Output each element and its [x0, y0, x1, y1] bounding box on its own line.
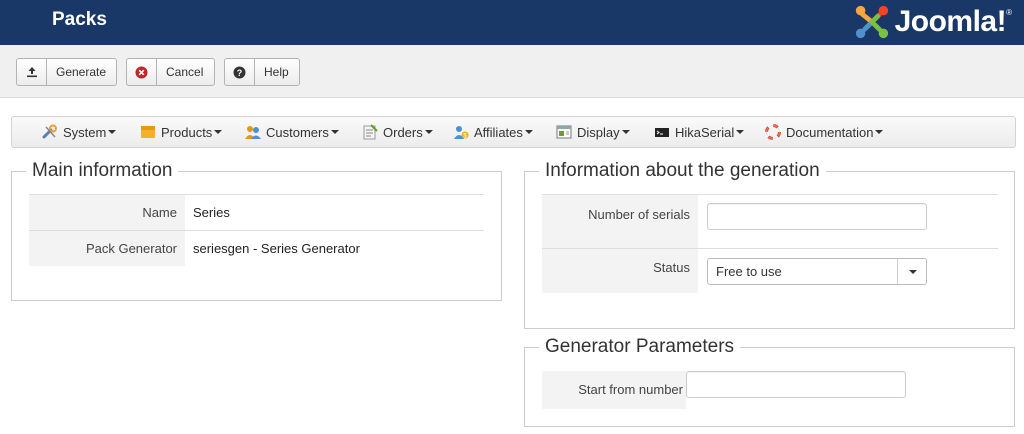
- help-label: Help: [264, 65, 289, 79]
- question-icon: ?: [225, 59, 255, 85]
- status-select-value: Free to use: [716, 264, 782, 279]
- chevron-down-icon: [330, 130, 339, 134]
- menu-hikaserial-label: HikaSerial: [675, 124, 735, 140]
- menu-affiliates[interactable]: $ Affiliates: [453, 117, 533, 147]
- registered-mark: ®: [1006, 7, 1012, 17]
- affiliates-icon: $: [453, 124, 469, 140]
- lifebuoy-icon: [765, 124, 781, 140]
- menu-products-label: Products: [161, 124, 213, 140]
- cancel-label: Cancel: [166, 65, 204, 79]
- help-button[interactable]: ? Help: [224, 58, 300, 86]
- menu-customers-label: Customers: [266, 124, 329, 140]
- menu-products[interactable]: Products: [140, 117, 223, 147]
- menu-customers[interactable]: Customers: [245, 117, 339, 147]
- menu-system-label: System: [63, 124, 107, 140]
- pack-generator-label: Pack Generator: [29, 231, 185, 266]
- generate-label: Generate: [56, 65, 107, 79]
- generator-parameters-legend: Generator Parameters: [539, 336, 741, 358]
- hikaserial-menu-bar: System Products Customers Orders $ Affil…: [11, 116, 1016, 148]
- page-title: Packs: [52, 9, 107, 30]
- number-of-serials-label: Number of serials: [542, 195, 698, 248]
- generator-parameters-fieldset: Generator Parameters Start from number: [524, 336, 1015, 427]
- chevron-down-icon: [524, 130, 533, 134]
- chevron-down-icon: [108, 130, 117, 134]
- wrench-icon: [42, 124, 58, 140]
- cancel-button[interactable]: Cancel: [126, 58, 215, 86]
- status-label: Status: [542, 249, 698, 293]
- number-of-serials-input[interactable]: [707, 203, 927, 230]
- display-icon: [556, 124, 572, 140]
- cancel-icon: [127, 59, 157, 85]
- main-information-fieldset: Main information Name Series Pack Genera…: [11, 160, 502, 301]
- generation-information-fieldset: Information about the generation Number …: [524, 160, 1015, 329]
- chevron-down-icon: [875, 130, 884, 134]
- start-from-number-label: Start from number: [542, 371, 686, 409]
- pack-generator-value: seriesgen - Series Generator: [193, 241, 360, 256]
- joomla-logo-text: Joomla!: [894, 5, 1007, 38]
- generation-information-legend: Information about the generation: [539, 160, 826, 182]
- name-label: Name: [29, 195, 185, 230]
- pack-generator-row: Pack Generator seriesgen - Series Genera…: [29, 230, 484, 266]
- header-bar: Packs Joomla! ®: [0, 0, 1024, 45]
- chevron-down-icon: [736, 130, 745, 134]
- menu-hikaserial[interactable]: HikaSerial: [654, 117, 745, 147]
- chevron-down-icon: [621, 130, 630, 134]
- name-value: Series: [193, 205, 230, 220]
- joomla-logo[interactable]: Joomla! ®: [853, 2, 1012, 42]
- name-row: Name Series: [29, 194, 484, 230]
- menu-display-label: Display: [577, 124, 620, 140]
- menu-orders-label: Orders: [383, 124, 423, 140]
- menu-documentation[interactable]: Documentation: [765, 117, 884, 147]
- svg-text:?: ?: [237, 68, 243, 78]
- chevron-down-icon: [214, 130, 223, 134]
- upload-icon: [17, 59, 47, 85]
- generate-button[interactable]: Generate: [16, 58, 117, 86]
- joomla-logo-icon: [855, 5, 888, 39]
- chevron-down-icon: [424, 130, 433, 134]
- orders-icon: [362, 124, 378, 140]
- serial-icon: [654, 124, 670, 140]
- menu-affiliates-label: Affiliates: [474, 124, 523, 140]
- main-information-legend: Main information: [26, 160, 179, 182]
- toolbar: Generate Cancel ? Help: [0, 45, 1024, 98]
- status-select[interactable]: Free to use: [707, 258, 927, 285]
- menu-documentation-label: Documentation: [786, 124, 874, 140]
- users-icon: [245, 124, 261, 140]
- start-from-number-input[interactable]: [686, 371, 906, 398]
- box-icon: [140, 124, 156, 140]
- menu-display[interactable]: Display: [556, 117, 630, 147]
- chevron-down-icon[interactable]: [897, 259, 926, 284]
- menu-orders[interactable]: Orders: [362, 117, 433, 147]
- menu-system[interactable]: System: [42, 117, 117, 147]
